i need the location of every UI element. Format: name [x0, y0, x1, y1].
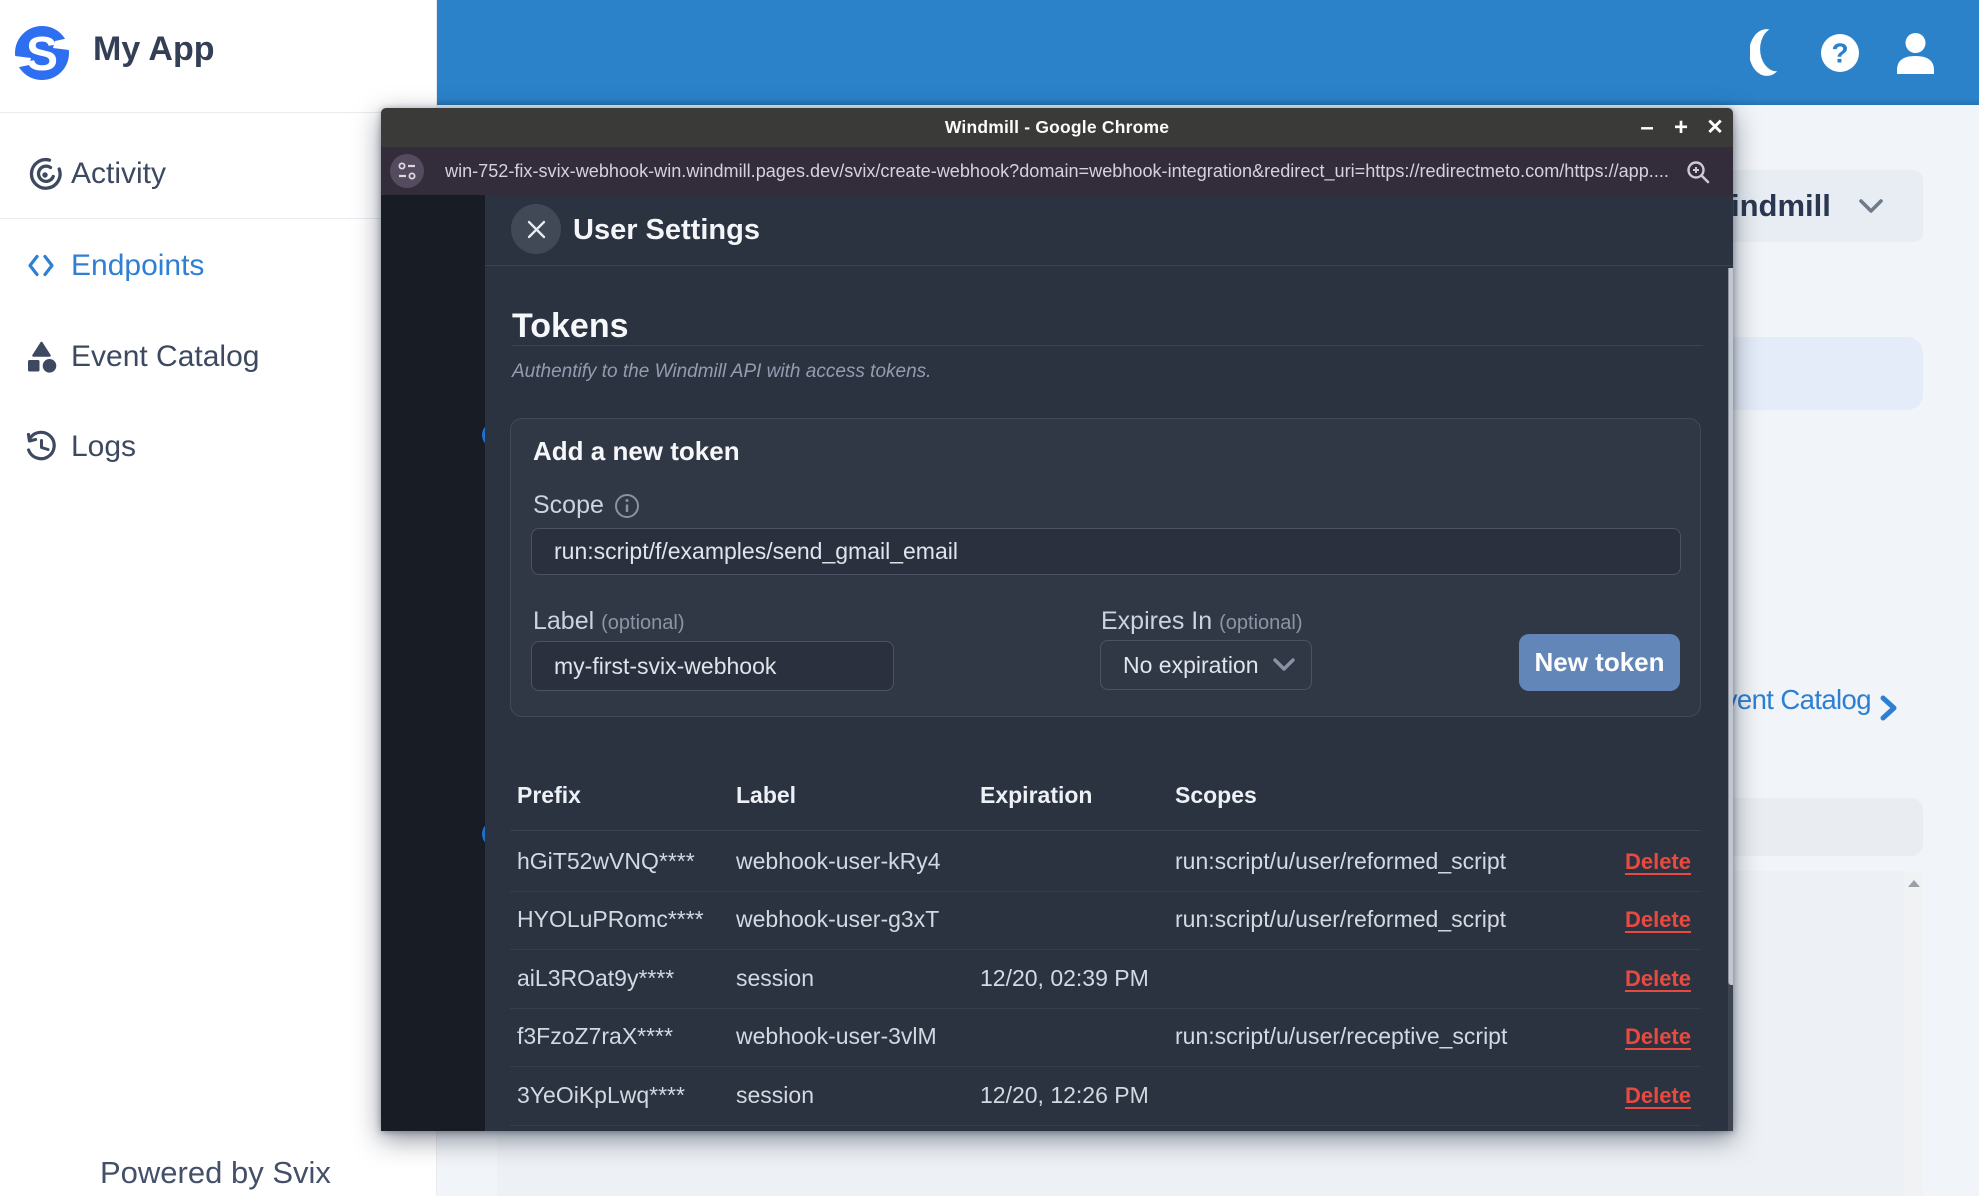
svg-text:S: S — [26, 28, 58, 80]
svg-text:?: ? — [1831, 38, 1848, 69]
